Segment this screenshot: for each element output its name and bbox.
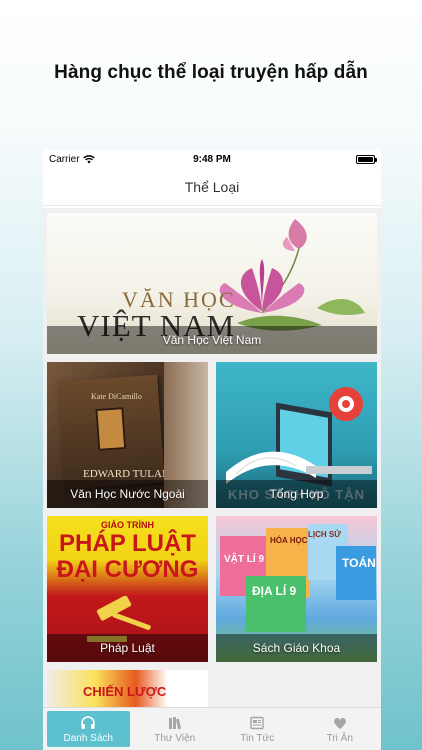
cover-subtitle: GIÁO TRÌNH: [101, 520, 154, 530]
category-label: Sách Giáo Khoa: [216, 634, 377, 662]
status-bar: Carrier 9:48 PM: [43, 150, 381, 168]
textbook-title: HÓA HỌC: [270, 536, 308, 545]
cover-author: Kate DiCamillo: [91, 392, 142, 401]
category-label: Văn Học Việt Nam: [47, 326, 377, 354]
battery-icon: [356, 154, 377, 164]
wifi-icon: [82, 154, 95, 163]
headphones-icon: [81, 715, 96, 729]
tab-thu-vien[interactable]: Thư Viện: [134, 708, 217, 750]
textbook-title: VẬT LÍ 9: [224, 554, 265, 565]
cover-title-line2: ĐẠI CƯƠNG: [56, 556, 199, 583]
textbook-title: ĐỊA LÍ 9: [252, 584, 297, 598]
tab-label: Tri Ân: [326, 732, 353, 744]
newspaper-icon: [250, 716, 264, 729]
textbook-title: LỊCH SỬ: [308, 530, 341, 539]
textbook-title: TOÁN: [342, 556, 376, 570]
nav-bar: Thể Loại: [43, 168, 381, 206]
tab-tri-an[interactable]: Tri Ân: [299, 708, 382, 750]
category-card-phap-luat[interactable]: GIÁO TRÌNH PHÁP LUẬT ĐẠI CƯƠNG Pháp Luật: [47, 516, 208, 662]
phone-screen: Carrier 9:48 PM Thể Loại VĂN HỌC VIỆT NA…: [43, 150, 381, 750]
books-icon: [168, 716, 181, 729]
tab-tin-tuc[interactable]: Tin Tức: [216, 708, 299, 750]
category-card-sach-giao-khoa[interactable]: LỊCH SỬ HÓA HỌC TOÁN VẬT LÍ 9 ĐỊA LÍ 9 S…: [216, 516, 377, 662]
tab-label: Danh Sách: [63, 732, 113, 744]
heart-icon: [333, 717, 346, 729]
category-card-van-hoc-viet-nam[interactable]: VĂN HỌC VIỆT NAM Văn Học Việt Nam: [47, 213, 377, 354]
tab-label: Thư Viện: [154, 732, 196, 744]
category-label: Văn Học Nước Ngoài: [47, 480, 208, 508]
tab-label: Tin Tức: [240, 732, 275, 744]
cover-title: EDWARD TULANE: [83, 468, 177, 480]
cover-title-line1: PHÁP LUẬT: [59, 530, 196, 557]
page-title: Thể Loại: [184, 178, 240, 195]
textbook-cover: [336, 546, 376, 600]
category-grid[interactable]: VĂN HỌC VIỆT NAM Văn Học Việt Nam Kate D…: [43, 208, 381, 750]
carrier-label: Carrier: [49, 153, 80, 165]
category-card-tong-hop[interactable]: KHO SÁCH VÔ TẬN Tổng Hợp: [216, 362, 377, 508]
category-label: Pháp Luật: [47, 634, 208, 662]
promo-headline: Hàng chục thể loại truyện hấp dẫn: [54, 62, 368, 83]
cover-title: CHIẾN LƯỢC: [83, 684, 167, 699]
category-label: Tổng Hợp: [216, 480, 377, 508]
tab-bar: Danh Sách Thư Viện Tin Tức Tri Ân: [43, 707, 381, 750]
category-card-van-hoc-nuoc-ngoai[interactable]: Kate DiCamillo EDWARD TULANE Văn Học Nướ…: [47, 362, 208, 508]
category-card-partial[interactable]: CHIẾN LƯỢC: [47, 670, 208, 710]
tab-danh-sach[interactable]: Danh Sách: [47, 711, 130, 747]
